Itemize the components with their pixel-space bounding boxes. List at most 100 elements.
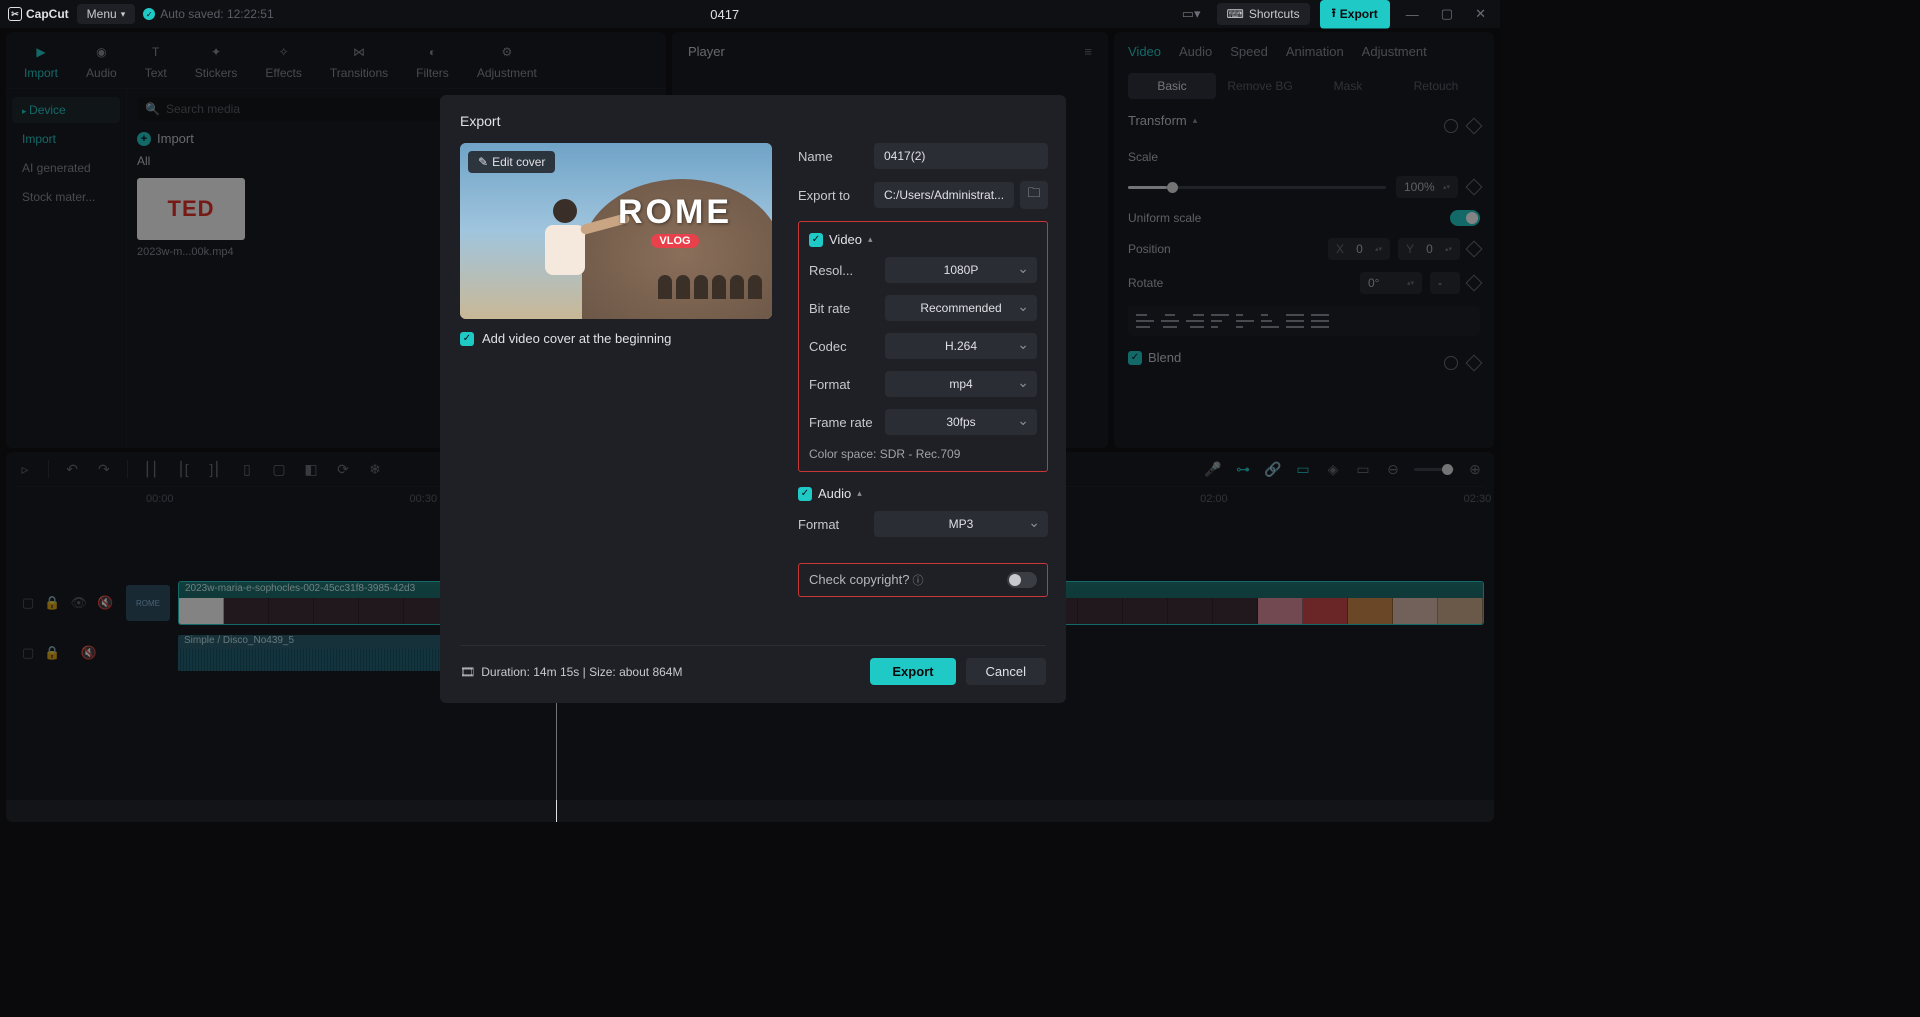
mic-icon[interactable]: 🎤 — [1204, 460, 1222, 478]
format-dropdown[interactable]: mp4 — [885, 371, 1037, 397]
blend-reset-icon[interactable] — [1444, 356, 1458, 370]
edit-cover-button[interactable]: ✎ Edit cover — [468, 151, 555, 173]
props-tab-animation[interactable]: Animation — [1286, 40, 1344, 63]
track-visible-icon[interactable]: 👁 — [70, 595, 87, 611]
track-lock-icon[interactable]: 🔒 — [44, 595, 60, 611]
align-right-icon[interactable] — [1186, 314, 1204, 328]
maximize-button[interactable]: ▢ — [1435, 6, 1459, 22]
audio-collapse-icon[interactable]: ▢ — [22, 645, 34, 661]
bitrate-dropdown[interactable]: Recommended — [885, 295, 1037, 321]
props-tab-adjustment[interactable]: Adjustment — [1362, 40, 1427, 63]
subtab-basic[interactable]: Basic — [1128, 73, 1216, 99]
tab-audio[interactable]: ◉Audio — [72, 40, 131, 82]
codec-dropdown[interactable]: H.264 — [885, 333, 1037, 359]
add-cover-checkbox-row[interactable]: ✓ Add video cover at the beginning — [460, 331, 772, 346]
position-x[interactable]: X0▴▾ — [1328, 238, 1390, 260]
subtab-retouch[interactable]: Retouch — [1392, 73, 1480, 99]
player-menu-icon[interactable]: ≡ — [1084, 44, 1092, 59]
reset-icon[interactable] — [1444, 119, 1458, 133]
name-input[interactable]: 0417(2) — [874, 143, 1048, 169]
audio-checkbox[interactable]: ✓ — [798, 487, 812, 501]
export-path-input[interactable]: C:/Users/Administrat... — [874, 182, 1014, 208]
zoom-in-icon[interactable]: ⊕ — [1466, 460, 1484, 478]
mirror-icon[interactable]: ◧ — [302, 460, 320, 478]
export-confirm-button[interactable]: Export — [870, 658, 955, 685]
align-vcenter-icon[interactable] — [1236, 314, 1254, 328]
position-keyframe-icon[interactable] — [1466, 241, 1483, 258]
rotate-neg[interactable]: - — [1430, 272, 1460, 294]
cancel-button[interactable]: Cancel — [966, 658, 1046, 685]
undo-icon[interactable]: ↶ — [63, 460, 81, 478]
align-left-icon[interactable] — [1136, 314, 1154, 328]
copyright-toggle[interactable] — [1007, 572, 1037, 588]
scale-value[interactable]: 100%▴▾ — [1396, 176, 1458, 198]
magnet-icon[interactable]: ⊶ — [1234, 460, 1252, 478]
align-dist-v-icon[interactable] — [1311, 314, 1329, 328]
video-checkbox[interactable]: ✓ — [809, 233, 823, 247]
tab-filters[interactable]: ◐Filters — [402, 40, 463, 82]
link-icon[interactable]: 🔗 — [1264, 460, 1282, 478]
audio-format-dropdown[interactable]: MP3 — [874, 511, 1048, 537]
aspect-icon[interactable]: ▭▾ — [1176, 6, 1207, 22]
align-dist-h-icon[interactable] — [1286, 314, 1304, 328]
tab-adjustment[interactable]: ⚙Adjustment — [463, 40, 551, 82]
help-icon[interactable]: ⓘ — [909, 575, 923, 587]
blend-keyframe-icon[interactable] — [1466, 354, 1483, 371]
tab-import[interactable]: ▶Import — [10, 40, 72, 82]
rotate-value[interactable]: 0°▴▾ — [1360, 272, 1422, 294]
sidebar-item-device[interactable]: ▸ Device — [12, 97, 120, 123]
zoom-out-icon[interactable]: ⊖ — [1384, 460, 1402, 478]
audio-caret-icon[interactable]: ▴ — [857, 488, 862, 499]
tab-transitions[interactable]: ⋈Transitions — [316, 40, 402, 82]
crop-icon[interactable]: ▢ — [270, 460, 288, 478]
align-hcenter-icon[interactable] — [1161, 314, 1179, 328]
menu-button[interactable]: Menu▾ — [77, 4, 136, 24]
split-icon[interactable]: ⎮⎮ — [142, 460, 160, 478]
zoom-slider[interactable] — [1414, 468, 1454, 471]
clip-thumbnail[interactable]: ROME — [126, 585, 170, 621]
export-button-top[interactable]: ⭱ Export — [1320, 0, 1390, 29]
tab-text[interactable]: TText — [131, 40, 181, 82]
sidebar-item-stock[interactable]: Stock mater... — [12, 184, 120, 210]
resolution-dropdown[interactable]: 1080P — [885, 257, 1037, 283]
close-button[interactable]: ✕ — [1469, 6, 1492, 22]
keyframe-icon[interactable] — [1466, 117, 1483, 134]
split-right-icon[interactable]: ]⎮ — [206, 460, 224, 478]
minimize-button[interactable]: — — [1400, 7, 1425, 22]
audio-lock-icon[interactable]: 🔒 — [44, 645, 60, 661]
subtab-mask[interactable]: Mask — [1304, 73, 1392, 99]
redo-icon[interactable]: ↷ — [95, 460, 113, 478]
sidebar-item-ai[interactable]: AI generated — [12, 155, 120, 181]
track-collapse-icon[interactable]: ▢ — [22, 595, 34, 611]
blend-header[interactable]: ✓ Blend — [1128, 350, 1181, 365]
add-cover-checkbox[interactable]: ✓ — [460, 332, 474, 346]
scale-keyframe-icon[interactable] — [1466, 179, 1483, 196]
tab-effects[interactable]: ✧Effects — [251, 40, 315, 82]
sidebar-item-import[interactable]: Import — [12, 126, 120, 152]
props-tab-audio[interactable]: Audio — [1179, 40, 1212, 63]
browse-folder-button[interactable]: 🗀 — [1020, 181, 1048, 209]
align-top-icon[interactable] — [1211, 314, 1229, 328]
rotate-tool-icon[interactable]: ⟳ — [334, 460, 352, 478]
screen-icon[interactable]: ▭ — [1354, 460, 1372, 478]
select-tool-icon[interactable]: ▹ — [16, 460, 34, 478]
position-y[interactable]: Y0▴▾ — [1398, 238, 1460, 260]
props-tab-speed[interactable]: Speed — [1230, 40, 1268, 63]
scale-slider[interactable] — [1128, 186, 1386, 189]
audio-mute-icon[interactable]: 🔇 — [80, 645, 96, 661]
uniform-toggle[interactable] — [1450, 210, 1480, 226]
transform-header[interactable]: Transform ▴ — [1128, 113, 1197, 128]
align-bottom-icon[interactable] — [1261, 314, 1279, 328]
delete-icon[interactable]: ▯ — [238, 460, 256, 478]
freeze-icon[interactable]: ❄ — [366, 460, 384, 478]
subtab-removebg[interactable]: Remove BG — [1216, 73, 1304, 99]
rotate-keyframe-icon[interactable] — [1466, 275, 1483, 292]
marker-icon[interactable]: ◈ — [1324, 460, 1342, 478]
shortcuts-button[interactable]: ⌨ Shortcuts — [1217, 3, 1310, 25]
track-mute-icon[interactable]: 🔇 — [97, 595, 113, 611]
tab-stickers[interactable]: ✦Stickers — [181, 40, 252, 82]
preview-icon[interactable]: ▭ — [1294, 460, 1312, 478]
split-left-icon[interactable]: ⎮[ — [174, 460, 192, 478]
blend-checkbox[interactable]: ✓ — [1128, 351, 1142, 365]
video-caret-icon[interactable]: ▴ — [868, 234, 873, 245]
